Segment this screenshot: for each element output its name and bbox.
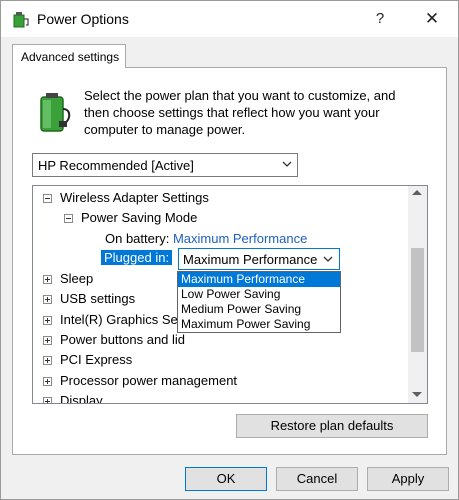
tree-item-power-buttons[interactable]: Power buttons and lid	[60, 331, 185, 349]
tab-advanced-settings[interactable]: Advanced settings	[12, 44, 126, 68]
collapse-icon[interactable]	[64, 214, 73, 223]
on-battery-row[interactable]: On battery: Maximum Performance	[105, 230, 307, 248]
expand-icon[interactable]	[43, 336, 52, 345]
scroll-down-icon[interactable]	[412, 392, 422, 397]
chevron-down-icon	[282, 161, 292, 167]
option-medium-power-saving[interactable]: Medium Power Saving	[178, 302, 340, 317]
help-button[interactable]: ?	[365, 7, 395, 31]
option-low-power-saving[interactable]: Low Power Saving	[178, 287, 340, 302]
scroll-up-icon[interactable]	[412, 190, 422, 195]
plan-description: Select the power plan that you want to c…	[84, 88, 396, 137]
power-options-window: Power Options ? ✕ Advanced settings Sele…	[0, 0, 459, 500]
apply-button[interactable]: Apply	[367, 467, 449, 491]
expand-icon[interactable]	[43, 356, 52, 365]
power-options-icon	[13, 12, 29, 28]
collapse-icon[interactable]	[43, 194, 52, 203]
power-plan-value: HP Recommended [Active]	[38, 158, 194, 173]
expand-icon[interactable]	[43, 316, 52, 325]
plugged-in-label: Plugged in:	[101, 250, 173, 265]
tree-item-usb-settings[interactable]: USB settings	[60, 290, 135, 308]
tree-item-wireless[interactable]: Wireless Adapter Settings	[60, 189, 209, 207]
expand-icon[interactable]	[43, 295, 52, 304]
battery-plug-icon	[40, 93, 71, 132]
scroll-thumb[interactable]	[411, 248, 424, 352]
option-maximum-performance[interactable]: Maximum Performance	[178, 272, 340, 287]
plugged-in-row[interactable]: Plugged in:	[101, 249, 173, 267]
cancel-button[interactable]: Cancel	[276, 467, 358, 491]
tree-scrollbar[interactable]	[408, 186, 427, 403]
window-title: Power Options	[37, 11, 129, 27]
tree-item-sleep[interactable]: Sleep	[60, 270, 93, 288]
tab-label: Advanced settings	[21, 50, 120, 64]
plugged-in-select[interactable]: Maximum Performance	[178, 248, 340, 270]
option-maximum-power-saving[interactable]: Maximum Power Saving	[178, 317, 340, 332]
tree-item-display[interactable]: Display	[60, 392, 103, 403]
power-plan-select[interactable]: HP Recommended [Active]	[32, 153, 298, 177]
chevron-down-icon	[323, 256, 333, 262]
on-battery-label: On battery:	[105, 231, 170, 246]
on-battery-value[interactable]: Maximum Performance	[173, 231, 307, 246]
plugged-in-dropdown: Maximum Performance Low Power Saving Med…	[177, 271, 341, 333]
plugged-in-value: Maximum Performance	[183, 252, 318, 267]
title-bar[interactable]: Power Options ? ✕	[1, 1, 458, 37]
tree-item-processor-power[interactable]: Processor power management	[60, 372, 237, 390]
close-button[interactable]: ✕	[417, 7, 447, 31]
ok-button[interactable]: OK	[185, 467, 267, 491]
tree-item-pci-express[interactable]: PCI Express	[60, 351, 132, 369]
expand-icon[interactable]	[43, 377, 52, 386]
expand-icon[interactable]	[43, 275, 52, 284]
restore-plan-defaults-button[interactable]: Restore plan defaults	[236, 414, 428, 438]
expand-icon[interactable]	[43, 397, 52, 403]
tree-item-power-saving-mode[interactable]: Power Saving Mode	[81, 209, 197, 227]
